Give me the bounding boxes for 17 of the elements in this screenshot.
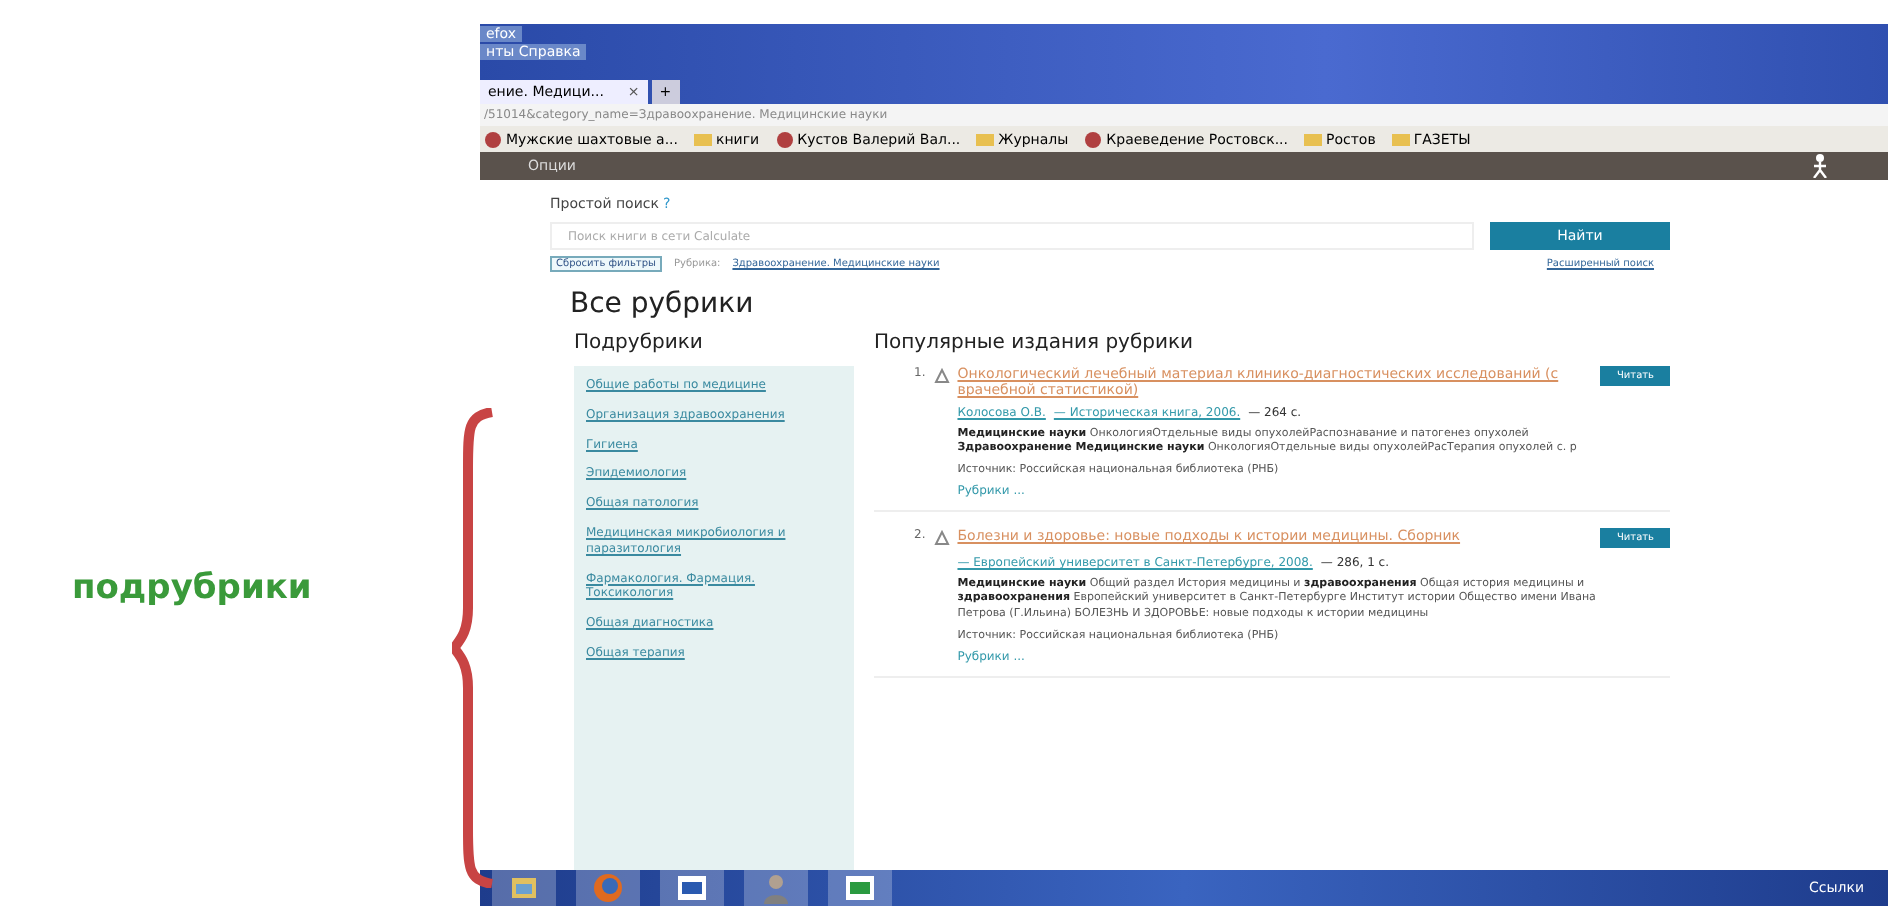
folder-icon [976,130,995,149]
spreadsheet-icon[interactable] [844,872,876,904]
site-icon [1084,130,1103,149]
folder-icon[interactable] [508,872,540,904]
site-icon [775,130,794,149]
browser-icon[interactable] [592,872,624,904]
site-icon [484,130,502,149]
annotation-label: подрубрики [72,568,312,608]
document-icon[interactable] [676,872,708,904]
folder-icon [1391,130,1410,149]
person-icon[interactable] [760,872,792,904]
page-heading: Все рубрики [570,288,756,320]
column-heading: Популярные издания рубрики [874,332,1196,354]
folder-icon [1304,130,1322,149]
column-heading: Подрубрики [574,332,705,354]
folder-icon [694,130,712,149]
accessibility-icon [1812,154,1828,179]
